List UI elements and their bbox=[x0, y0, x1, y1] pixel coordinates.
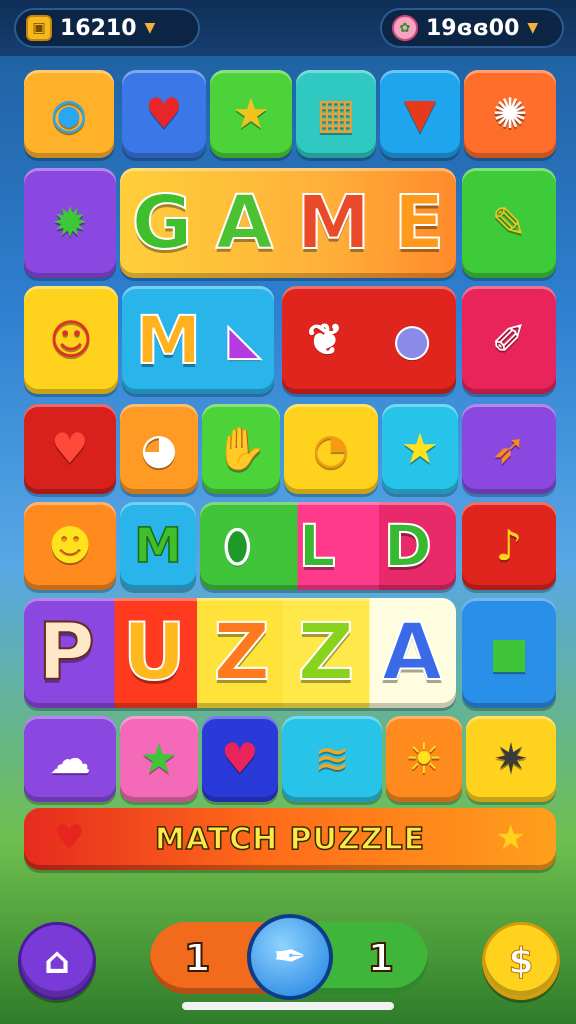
match-puzzle-banner: ♥ MATCH PUZZLE ★ bbox=[24, 808, 556, 870]
sun-icon: ☀ bbox=[405, 734, 443, 783]
letter-l: L bbox=[298, 511, 337, 581]
pea-pod-icon: ⬮ bbox=[223, 521, 251, 570]
blade-icon: ◣ bbox=[227, 315, 261, 364]
fish-icon: ◉ bbox=[50, 89, 88, 138]
letter-a-2: A bbox=[381, 607, 443, 699]
leaf-icon: ❦ bbox=[307, 315, 344, 364]
flower-heart-icon: ✹ bbox=[52, 198, 88, 247]
letter-u: U bbox=[122, 607, 187, 699]
tile-flower-heart[interactable]: ✹ bbox=[24, 168, 116, 278]
word-tile-puzza[interactable]: P U Z Z A bbox=[24, 598, 456, 708]
right-count: 1 bbox=[367, 935, 395, 981]
apple-icon: ♥ bbox=[145, 89, 183, 138]
coins-value: 16210 bbox=[60, 15, 137, 41]
heart-icon: ♥ bbox=[221, 734, 259, 783]
top-hud: ▣ 16210 ▼ ✿ 19ɞɞ00 ▼ bbox=[0, 0, 576, 56]
word-tile-m[interactable]: M ◣ bbox=[122, 286, 274, 394]
radish-icon: ✿ bbox=[392, 15, 418, 41]
tile-paintbrush[interactable]: ✐ bbox=[462, 286, 556, 394]
cloud-icon: ☁ bbox=[49, 734, 91, 783]
tile-pencil[interactable]: ✎ bbox=[462, 168, 556, 278]
add-coins-icon[interactable]: ▼ bbox=[145, 20, 156, 36]
shop-button[interactable]: $ bbox=[482, 922, 560, 1000]
tile-crate[interactable]: ▦ bbox=[296, 70, 376, 158]
chicken-icon: ◕ bbox=[140, 424, 178, 473]
letter-z-2: Z bbox=[297, 607, 356, 699]
tile-carrot[interactable]: ▼ bbox=[380, 70, 460, 158]
crate-icon: ▦ bbox=[316, 89, 356, 138]
ghost-icon: ◔ bbox=[312, 424, 350, 473]
feather-button[interactable]: ✒ bbox=[247, 914, 333, 1000]
dollar-icon: $ bbox=[508, 940, 534, 982]
carrot-icon: ▼ bbox=[403, 89, 437, 138]
home-button[interactable]: ⌂ bbox=[18, 922, 96, 1000]
tile-fish[interactable]: ◉ bbox=[24, 70, 114, 158]
smiley-icon: ☻ bbox=[48, 521, 92, 570]
tile-cloud[interactable]: ☁ bbox=[24, 716, 116, 802]
home-indicator bbox=[182, 1002, 394, 1010]
letter-e: E bbox=[393, 179, 446, 267]
feather-icon: ✒ bbox=[273, 934, 307, 980]
pencil-icon: ✎ bbox=[491, 198, 527, 247]
tile-smiley[interactable]: ☻ bbox=[24, 502, 116, 590]
letter-g: G bbox=[131, 179, 194, 267]
tile-fish-2[interactable]: ≋ bbox=[282, 716, 382, 802]
tile-sun[interactable]: ☀ bbox=[386, 716, 462, 802]
heart-icon-banner: ♥ bbox=[54, 818, 85, 858]
letter-z-1: Z bbox=[213, 607, 272, 699]
move-counter: 1 1 ✒ bbox=[150, 914, 428, 1000]
star-icon-2: ★ bbox=[401, 424, 439, 473]
coins-counter[interactable]: ▣ 16210 ▼ bbox=[14, 8, 200, 48]
tile-music[interactable]: ♪ bbox=[462, 502, 556, 590]
tile-chicken[interactable]: ◕ bbox=[120, 404, 198, 494]
gems-value: 19ɞɞ00 bbox=[426, 15, 520, 41]
letter-a: A bbox=[215, 179, 274, 267]
tile-block[interactable]: ■ bbox=[462, 598, 556, 708]
fish-icon-2: ≋ bbox=[314, 734, 350, 783]
tile-ghost[interactable]: ◔ bbox=[284, 404, 378, 494]
letter-p: P bbox=[37, 607, 96, 699]
star-icon: ★ bbox=[232, 89, 270, 138]
hand-icon: ✋ bbox=[214, 424, 268, 473]
clown-icon: ☺ bbox=[49, 315, 93, 364]
tile-heart-bubble[interactable]: ♥ bbox=[24, 404, 116, 494]
letter-d: D bbox=[383, 511, 433, 581]
tile-heart[interactable]: ♥ bbox=[202, 716, 278, 802]
tile-bug[interactable]: ✷ bbox=[466, 716, 556, 802]
block-icon: ■ bbox=[489, 628, 529, 677]
tile-star-3[interactable]: ★ bbox=[120, 716, 198, 802]
star-icon-3: ★ bbox=[140, 734, 178, 783]
tile-splat[interactable]: ✺ bbox=[464, 70, 556, 158]
tile-star-2[interactable]: ★ bbox=[382, 404, 458, 494]
heart-bubble-icon: ♥ bbox=[51, 424, 89, 473]
splat-icon: ✺ bbox=[492, 89, 528, 138]
paintbrush-icon: ✐ bbox=[491, 315, 527, 364]
tile-star[interactable]: ★ bbox=[210, 70, 292, 158]
tile-carrot-2[interactable]: ➶ bbox=[462, 404, 556, 494]
letter-m-2: M bbox=[135, 301, 203, 380]
add-gems-icon[interactable]: ▼ bbox=[527, 20, 538, 36]
creature-icon: ● bbox=[393, 315, 432, 364]
tile-apple[interactable]: ♥ bbox=[122, 70, 206, 158]
banner-title: MATCH PUZZLE bbox=[154, 821, 426, 858]
word-tile-m2[interactable]: M bbox=[120, 502, 196, 590]
carrot-icon-2: ➶ bbox=[491, 424, 527, 473]
tile-hand[interactable]: ✋ bbox=[202, 404, 280, 494]
coin-chest-icon: ▣ bbox=[26, 15, 52, 41]
tile-leaf-creature[interactable]: ❦ ● bbox=[282, 286, 456, 394]
bug-icon: ✷ bbox=[493, 734, 529, 783]
letter-m-3: M bbox=[133, 517, 182, 575]
star-icon-banner: ★ bbox=[495, 818, 526, 858]
left-count: 1 bbox=[183, 935, 211, 981]
letter-m: M bbox=[296, 179, 372, 267]
word-tile-game[interactable]: G A M E bbox=[120, 168, 456, 278]
tile-clown[interactable]: ☺ bbox=[24, 286, 118, 394]
word-tile-ld[interactable]: ⬮ L D bbox=[200, 502, 456, 590]
home-icon: ⌂ bbox=[44, 940, 70, 982]
gems-counter[interactable]: ✿ 19ɞɞ00 ▼ bbox=[380, 8, 564, 48]
music-note-icon: ♪ bbox=[495, 521, 523, 570]
